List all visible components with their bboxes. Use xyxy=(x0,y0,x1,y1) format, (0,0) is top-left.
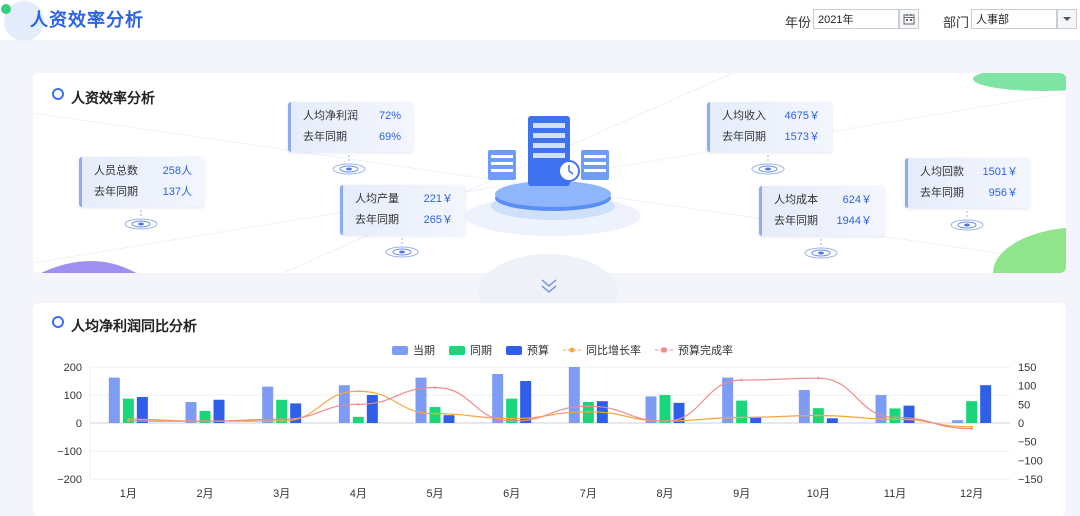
x-tick-label: 12月 xyxy=(960,488,983,500)
x-tick-label: 7月 xyxy=(580,488,597,500)
bar-当期 xyxy=(568,367,580,423)
bar-预算 xyxy=(443,415,455,423)
x-tick-label: 10月 xyxy=(807,488,830,500)
point-预算完成率 xyxy=(587,405,590,408)
bar-当期 xyxy=(645,396,657,423)
profit-trend-chart: 200 100 0 −100 −200 150 100 50 0 −50 −100 −150 1月 2月 3… xyxy=(57,362,1043,500)
point-预算完成率 xyxy=(663,419,667,423)
bar-当期 xyxy=(262,386,274,423)
point-预算完成率 xyxy=(433,386,437,389)
x-tick-label: 6月 xyxy=(503,488,520,500)
y-left-tick-label: 0 xyxy=(76,418,82,430)
point-预算完成率 xyxy=(740,378,743,382)
x-tick-label: 4月 xyxy=(350,488,367,500)
y-left-tick-label: 100 xyxy=(64,390,82,402)
bar-当期 xyxy=(798,389,810,423)
point-预算完成率 xyxy=(817,377,820,380)
bar-预算 xyxy=(826,418,838,423)
point-预算完成率 xyxy=(203,419,207,423)
point-同比增长率 xyxy=(357,390,360,393)
line-同比增长率 xyxy=(128,390,972,428)
point-预算完成率 xyxy=(510,419,513,423)
bar-当期 xyxy=(108,377,120,423)
bar-同期 xyxy=(659,395,671,423)
x-tick-label: 2月 xyxy=(196,488,213,500)
y-right-tick-label: −150 xyxy=(1018,474,1043,486)
point-同比增长率 xyxy=(817,414,820,417)
y-right-tick-label: 100 xyxy=(1018,381,1036,393)
point-同比增长率 xyxy=(433,412,437,415)
point-同比增长率 xyxy=(740,416,743,419)
bar-同期 xyxy=(352,416,364,423)
y-left-tick-label: 200 xyxy=(64,362,82,374)
x-tick-label: 3月 xyxy=(273,488,290,500)
x-tick-label: 9月 xyxy=(733,488,750,500)
x-tick-label: 5月 xyxy=(426,488,443,500)
point-预算完成率 xyxy=(970,427,973,430)
point-同比增长率 xyxy=(587,410,590,413)
bar-预算 xyxy=(213,399,225,423)
y-left-tick-label: −100 xyxy=(57,446,82,458)
bar-当期 xyxy=(185,402,197,423)
bar-同期 xyxy=(889,408,901,423)
y-right-tick-label: 150 xyxy=(1018,362,1036,374)
point-预算完成率 xyxy=(357,403,360,406)
bar-预算 xyxy=(520,381,532,423)
bar-当期 xyxy=(415,377,427,423)
bar-当期 xyxy=(338,385,350,423)
bar-当期 xyxy=(492,374,504,423)
point-同比增长率 xyxy=(510,417,513,420)
x-tick-label: 11月 xyxy=(884,488,906,500)
y-right-tick-label: 0 xyxy=(1018,418,1024,430)
bar-同期 xyxy=(736,400,748,423)
point-预算完成率 xyxy=(280,418,283,421)
bar-预算 xyxy=(980,385,992,423)
bar-同期 xyxy=(429,407,441,423)
bar-同期 xyxy=(966,401,978,423)
bar-当期 xyxy=(952,420,964,423)
y-right-tick-label: −100 xyxy=(1018,455,1043,467)
bar-预算 xyxy=(366,395,378,423)
y-right-tick-label: −50 xyxy=(1018,437,1037,449)
y-right-tick-label: 50 xyxy=(1018,399,1030,411)
x-tick-label: 1月 xyxy=(120,488,137,500)
point-预算完成率 xyxy=(127,419,130,423)
point-预算完成率 xyxy=(893,416,897,419)
y-left-tick-label: −200 xyxy=(57,474,82,486)
x-tick-label: 8月 xyxy=(656,488,673,500)
